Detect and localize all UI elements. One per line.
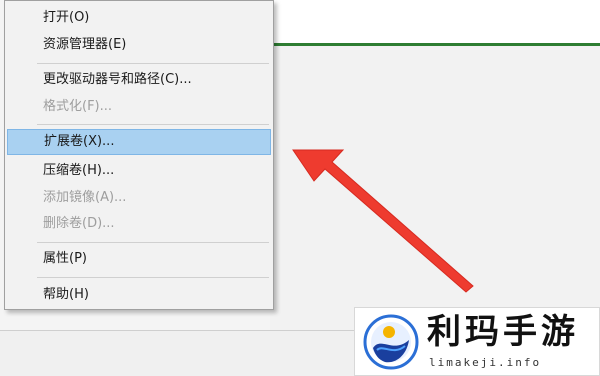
watermark-url: limakeji.info — [429, 356, 542, 369]
swirl-logo-icon — [363, 314, 419, 370]
watermark-title: 利玛手游 — [427, 312, 579, 352]
watermark-logo: 利玛手游 limakeji.info — [354, 307, 600, 376]
arrow-shape — [292, 149, 474, 293]
